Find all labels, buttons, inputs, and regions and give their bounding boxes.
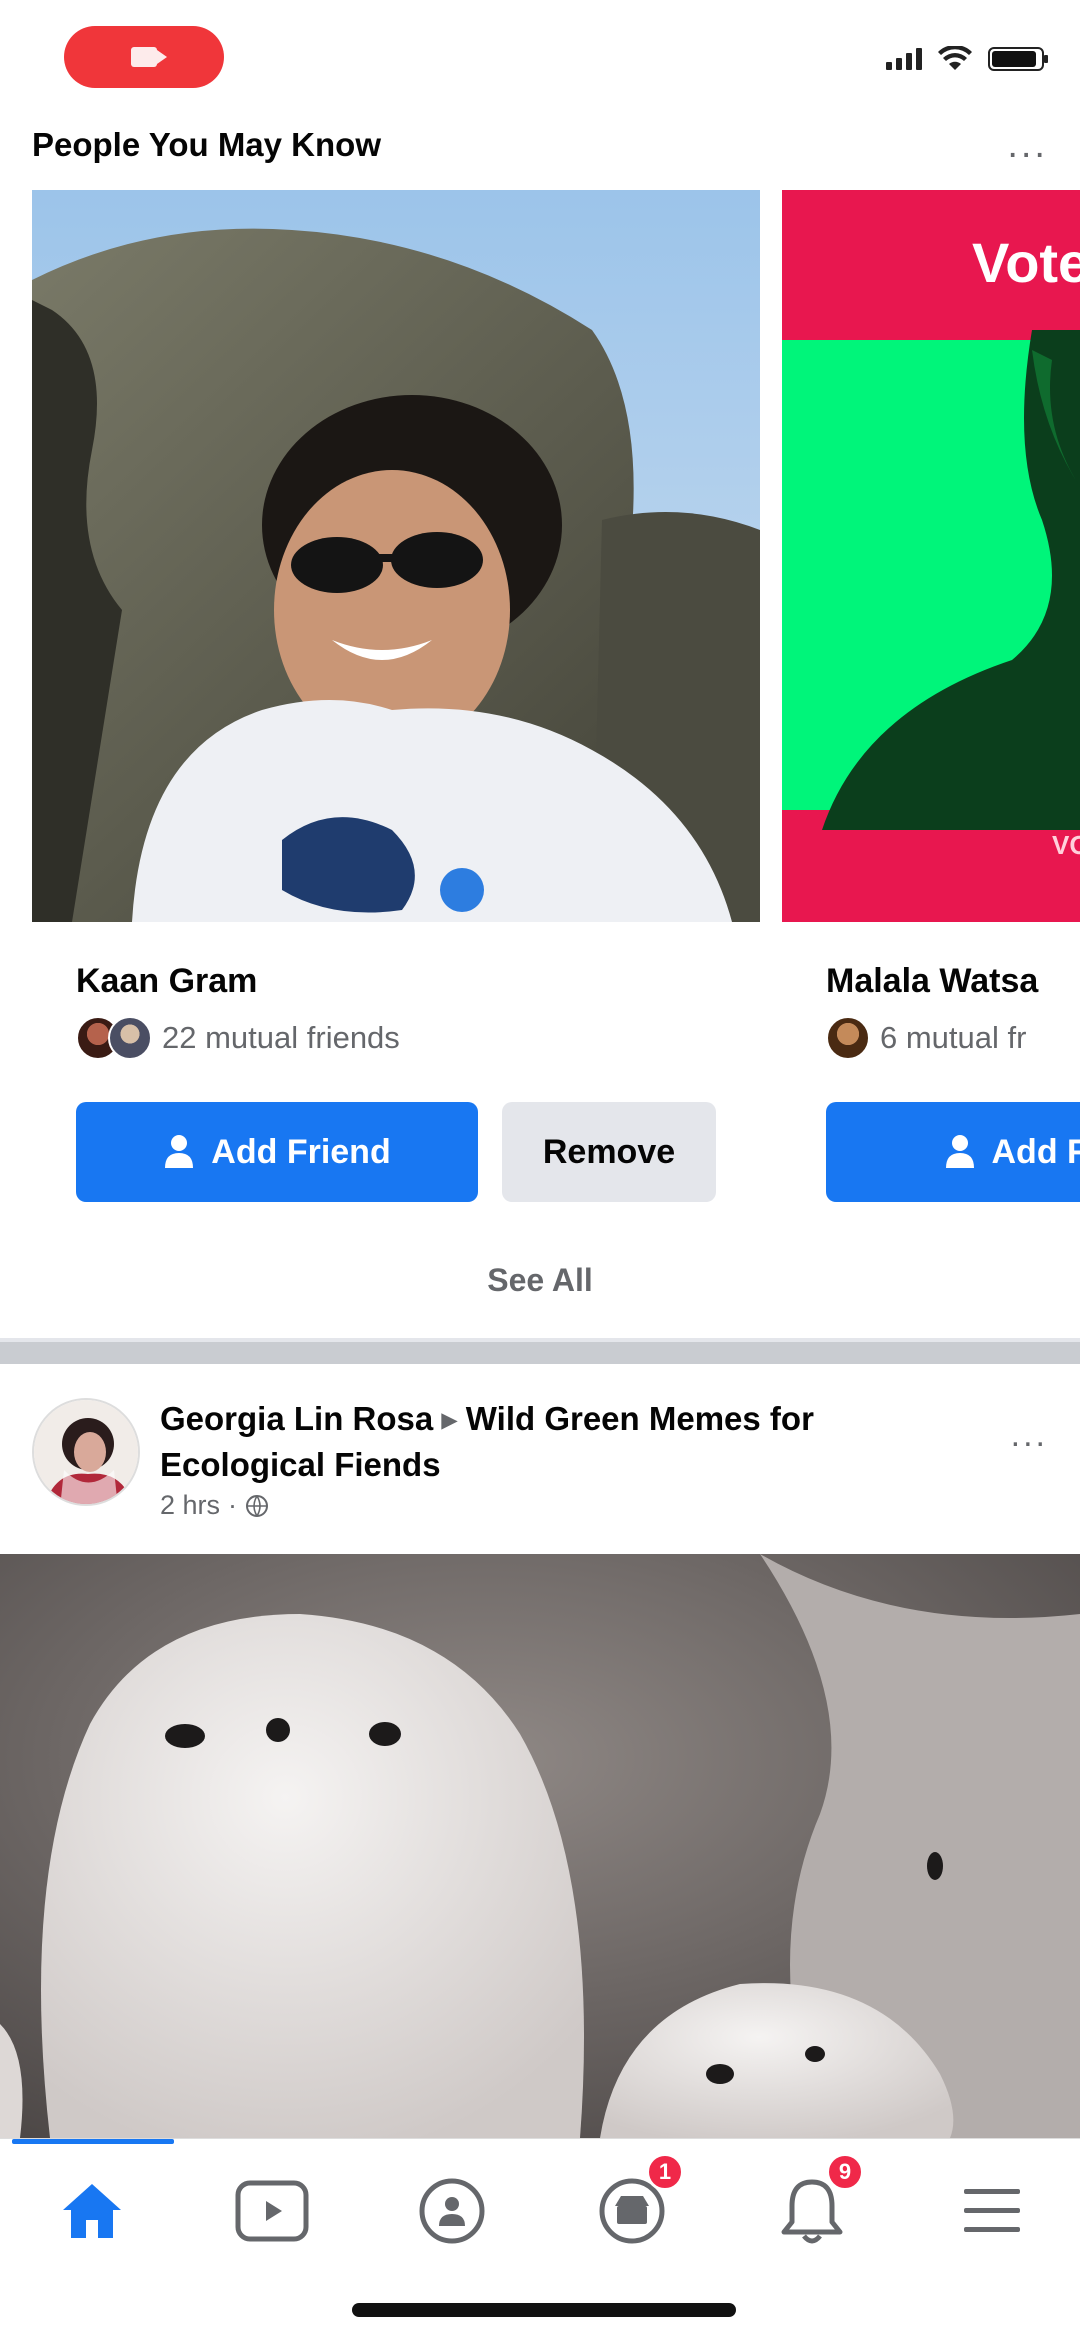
menu-icon: [962, 2183, 1022, 2239]
add-friend-label: Add Friend: [211, 1133, 390, 1172]
home-indicator[interactable]: [352, 2303, 736, 2317]
author-name[interactable]: Georgia Lin Rosa: [160, 1400, 433, 1437]
tab-watch[interactable]: [222, 2161, 322, 2261]
pymk-title: People You May Know: [32, 126, 381, 164]
mutual-avatars: [76, 1016, 152, 1060]
pymk-header: People You May Know ...: [32, 120, 1048, 170]
tab-notifications[interactable]: 9: [762, 2161, 862, 2261]
home-icon: [59, 2180, 125, 2242]
battery-icon: [988, 47, 1044, 71]
status-bar: [0, 0, 1080, 110]
group-separator: ▸: [441, 1400, 458, 1437]
remove-button[interactable]: Remove: [502, 1102, 716, 1202]
globe-icon: [245, 1494, 269, 1518]
post-header: Georgia Lin Rosa▸Wild Green Memes for Ec…: [0, 1364, 1080, 1554]
author-avatar[interactable]: [32, 1398, 140, 1506]
post-more-button[interactable]: ...: [1011, 1416, 1048, 1455]
groups-icon: [417, 2176, 487, 2246]
card-name[interactable]: Kaan Gram: [76, 962, 257, 1001]
post-image[interactable]: [0, 1554, 1080, 2138]
feed-divider: [0, 1338, 1080, 1364]
notifications-badge: 9: [826, 2153, 864, 2191]
avatar: [826, 1016, 870, 1060]
watch-icon: [234, 2179, 310, 2243]
tab-menu[interactable]: [942, 2161, 1042, 2261]
status-icons: [886, 46, 1044, 72]
post-subtitle: 2 hrs ·: [160, 1490, 980, 1521]
add-friend-button[interactable]: Add Friend: [76, 1102, 478, 1202]
post-title: Georgia Lin Rosa▸Wild Green Memes for Ec…: [160, 1396, 980, 1488]
card-name[interactable]: Malala Watsa: [826, 962, 1038, 1001]
post-time[interactable]: 2 hrs: [160, 1490, 220, 1521]
mutual-avatars: [826, 1016, 870, 1060]
tab-home[interactable]: [42, 2161, 142, 2261]
card-actions: Add Fri: [826, 1102, 1080, 1202]
profile-photo[interactable]: [32, 190, 760, 922]
add-friend-button[interactable]: Add Fri: [826, 1102, 1080, 1202]
avatar: [108, 1016, 152, 1060]
mutual-friends-count: 22 mutual friends: [162, 1020, 400, 1056]
post-photo: [0, 1554, 1080, 2138]
post-meta: Georgia Lin Rosa▸Wild Green Memes for Ec…: [160, 1396, 980, 1521]
mutual-friends-count: 6 mutual fr: [880, 1020, 1026, 1056]
bottom-tab-bar: 1 9: [0, 2138, 1080, 2343]
add-person-icon: [944, 1134, 976, 1170]
video-camera-icon: [131, 47, 157, 67]
see-all-button[interactable]: See All: [0, 1262, 1080, 1299]
tab-marketplace[interactable]: 1: [582, 2161, 682, 2261]
wifi-icon: [938, 46, 972, 72]
pymk-card[interactable]: Kaan Gram 22 mutual friends Add Friend R…: [32, 190, 760, 1240]
mutual-friends[interactable]: 22 mutual friends: [76, 1016, 400, 1060]
mutual-friends[interactable]: 6 mutual fr: [826, 1016, 1026, 1060]
photo-footer-text: VOTE: [1052, 830, 1080, 861]
add-person-icon: [163, 1134, 195, 1170]
pymk-more-button[interactable]: ...: [1007, 126, 1048, 164]
add-friend-label: Add Fri: [992, 1133, 1080, 1172]
pymk-card[interactable]: Vote VOTE Malala Watsa 6 mutual fr Add F…: [782, 190, 1080, 1240]
pymk-carousel[interactable]: Kaan Gram 22 mutual friends Add Friend R…: [0, 190, 1080, 1240]
profile-photo[interactable]: Vote VOTE: [782, 190, 1080, 922]
photo-banner-text: Vote: [972, 230, 1080, 295]
card-actions: Add Friend Remove: [76, 1102, 716, 1202]
active-tab-indicator: [12, 2139, 174, 2144]
avatar-image: [34, 1400, 140, 1506]
profile-photo-image: [32, 190, 760, 922]
profile-photo-image: [782, 190, 1080, 922]
cellular-signal-icon: [886, 48, 922, 70]
tab-groups[interactable]: [402, 2161, 502, 2261]
marketplace-badge: 1: [646, 2153, 684, 2191]
screen-recording-indicator[interactable]: [64, 26, 224, 88]
